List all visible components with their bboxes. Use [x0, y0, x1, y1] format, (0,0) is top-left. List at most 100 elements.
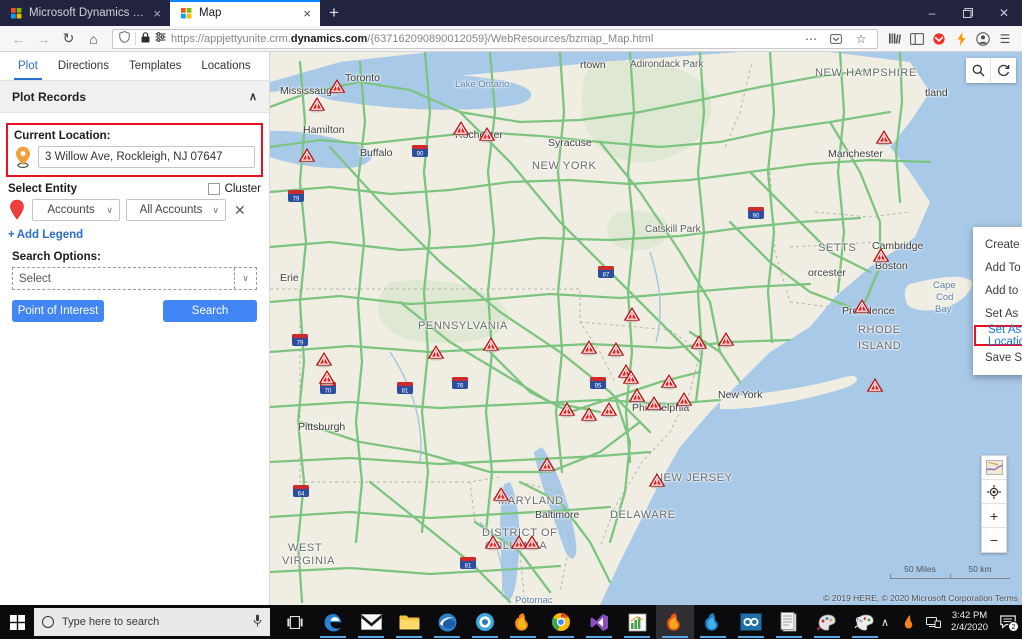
- chevron-up-icon[interactable]: ∧: [873, 605, 897, 639]
- taskbar-app-file-explorer[interactable]: [390, 605, 428, 639]
- flame-icon[interactable]: [897, 605, 921, 639]
- map-bottom-controls: + −: [981, 455, 1007, 553]
- taskbar-app-excel-report[interactable]: [618, 605, 656, 639]
- plot-panel: Plot Directions Templates Locations ✕ Pl…: [0, 52, 270, 605]
- network-icon[interactable]: [921, 605, 945, 639]
- svg-text:64: 64: [298, 492, 305, 498]
- taskbar-app-outlook[interactable]: [428, 605, 466, 639]
- cluster-checkbox[interactable]: [208, 183, 220, 195]
- permissions-icon[interactable]: [155, 32, 166, 45]
- reload-button[interactable]: ↻: [57, 28, 80, 49]
- map-zoom-in-button[interactable]: +: [982, 504, 1006, 528]
- chevron-down-icon: ∨: [106, 205, 113, 216]
- tab-close-icon[interactable]: ×: [153, 7, 161, 20]
- current-location-highlight: Current Location: 3 Willow Ave, Rockleig…: [6, 123, 263, 177]
- map-refresh-button[interactable]: [991, 58, 1016, 83]
- plot-records-header[interactable]: Plot Records ∧: [0, 81, 269, 113]
- sidebar-icon[interactable]: [907, 29, 927, 49]
- panel-buttons: Point of Interest Search: [0, 290, 269, 322]
- cluster-toggle[interactable]: Cluster: [208, 183, 261, 195]
- ctx-set-as-poi-location[interactable]: Set As POI Location: [973, 302, 1022, 325]
- address-bar[interactable]: https://appjettyunite.crm.dynamics.com/{…: [112, 29, 878, 49]
- map-scale-bar: 50 Miles 50 km: [890, 564, 1010, 579]
- view-dropdown-value: All Accounts: [140, 204, 203, 216]
- close-button[interactable]: ✕: [986, 0, 1022, 26]
- taskbar-app-firefox[interactable]: [656, 605, 694, 639]
- clock-time: 3:42 PM: [952, 610, 987, 622]
- search-input[interactable]: Type here to search: [34, 608, 270, 636]
- tab-templates[interactable]: Templates: [119, 52, 191, 80]
- current-location-input[interactable]: 3 Willow Ave, Rockleigh, NJ 07647: [38, 146, 255, 168]
- svg-text:70: 70: [325, 389, 332, 395]
- forward-button[interactable]: →: [32, 28, 55, 49]
- map-context-menu: Create New Record Add To Route Add to Lo…: [973, 227, 1022, 375]
- ctx-add-to-route[interactable]: Add To Route: [973, 256, 1022, 279]
- map-search-button[interactable]: [966, 58, 991, 83]
- new-tab-button[interactable]: +: [320, 0, 348, 26]
- home-button[interactable]: ⌂: [82, 28, 105, 49]
- menu-icon[interactable]: ☰: [995, 29, 1015, 49]
- tab-plot[interactable]: Plot: [8, 52, 48, 80]
- add-legend-button[interactable]: +Add Legend: [0, 221, 269, 241]
- lock-icon[interactable]: [141, 32, 150, 46]
- svg-text:87: 87: [603, 273, 610, 279]
- urlbar-divider: [135, 32, 136, 45]
- map-canvas[interactable]: 90 79 87 90 79 95 70 81 76 64 81 Toronto…: [270, 52, 1022, 605]
- svg-text:95: 95: [595, 384, 602, 390]
- ctx-create-new-record[interactable]: Create New Record: [973, 233, 1022, 256]
- shield-icon[interactable]: [119, 31, 130, 46]
- microphone-icon[interactable]: [253, 614, 262, 630]
- map-style-button[interactable]: [982, 456, 1006, 480]
- people-icon[interactable]: R: [849, 605, 873, 639]
- map-locate-button[interactable]: [982, 480, 1006, 504]
- chevron-down-icon: ∨: [212, 205, 219, 216]
- library-icon[interactable]: [885, 29, 905, 49]
- browser-tab-dynamics[interactable]: Microsoft Dynamics 365 ×: [0, 0, 170, 26]
- entity-dropdown-value: Accounts: [47, 204, 94, 216]
- start-button[interactable]: [0, 605, 34, 639]
- maximize-button[interactable]: [950, 0, 986, 26]
- taskbar-app-edge[interactable]: [314, 605, 352, 639]
- account-icon[interactable]: [973, 29, 993, 49]
- remove-entity-button[interactable]: ✕: [234, 202, 246, 219]
- taskbar-app-visual-studio[interactable]: [580, 605, 618, 639]
- browser-tab-map[interactable]: Map ×: [170, 0, 320, 26]
- taskbar-app-paint-red[interactable]: [808, 605, 846, 639]
- taskbar-app-mail[interactable]: [352, 605, 390, 639]
- taskbar-app-notes[interactable]: [770, 605, 808, 639]
- lightning-icon[interactable]: [951, 29, 971, 49]
- url-text[interactable]: https://appjettyunite.crm.dynamics.com/{…: [171, 33, 796, 45]
- search-options-dropdown[interactable]: Select ∨: [12, 267, 257, 290]
- chevron-up-icon[interactable]: ∧: [249, 90, 257, 103]
- tab-directions[interactable]: Directions: [48, 52, 119, 80]
- taskbar-app-firefox-orange[interactable]: [504, 605, 542, 639]
- map-zoom-out-button[interactable]: −: [982, 528, 1006, 552]
- clock[interactable]: 3:42 PM 2/4/2020: [945, 605, 994, 639]
- save-to-pocket-icon[interactable]: [826, 29, 846, 49]
- taskbar-app-chrome[interactable]: [542, 605, 580, 639]
- map-pin-icon: [14, 146, 32, 168]
- point-of-interest-button[interactable]: Point of Interest: [12, 300, 104, 322]
- tab-locations[interactable]: Locations: [191, 52, 260, 80]
- minimize-button[interactable]: –: [914, 0, 950, 26]
- search-button[interactable]: Search: [163, 300, 257, 322]
- back-button[interactable]: ←: [7, 28, 30, 49]
- view-dropdown[interactable]: All Accounts ∨: [126, 199, 226, 221]
- page-actions-icon[interactable]: ⋯: [801, 29, 821, 49]
- taskbar-app-firefox-dev[interactable]: [694, 605, 732, 639]
- ctx-save-settings[interactable]: Save Settings ▶: [973, 346, 1022, 369]
- plus-icon: +: [8, 229, 15, 241]
- ctx-add-to-locations[interactable]: Add to Locations: [973, 279, 1022, 302]
- entity-dropdown[interactable]: Accounts ∨: [32, 199, 120, 221]
- tab-close-icon[interactable]: ×: [303, 7, 311, 20]
- taskbar-app-teams-blue[interactable]: [466, 605, 504, 639]
- task-view-button[interactable]: [276, 605, 314, 639]
- page-content: Plot Directions Templates Locations ✕ Pl…: [0, 52, 1022, 605]
- pocket-icon[interactable]: [929, 29, 949, 49]
- ctx-set-as-current-location[interactable]: Set As Current Location: [974, 325, 1022, 346]
- bookmark-star-icon[interactable]: ☆: [851, 29, 871, 49]
- svg-text:R: R: [865, 617, 868, 623]
- window-controls: – ✕: [914, 0, 1022, 26]
- taskbar-app-infinity[interactable]: [732, 605, 770, 639]
- notification-center-button[interactable]: 2: [994, 605, 1022, 639]
